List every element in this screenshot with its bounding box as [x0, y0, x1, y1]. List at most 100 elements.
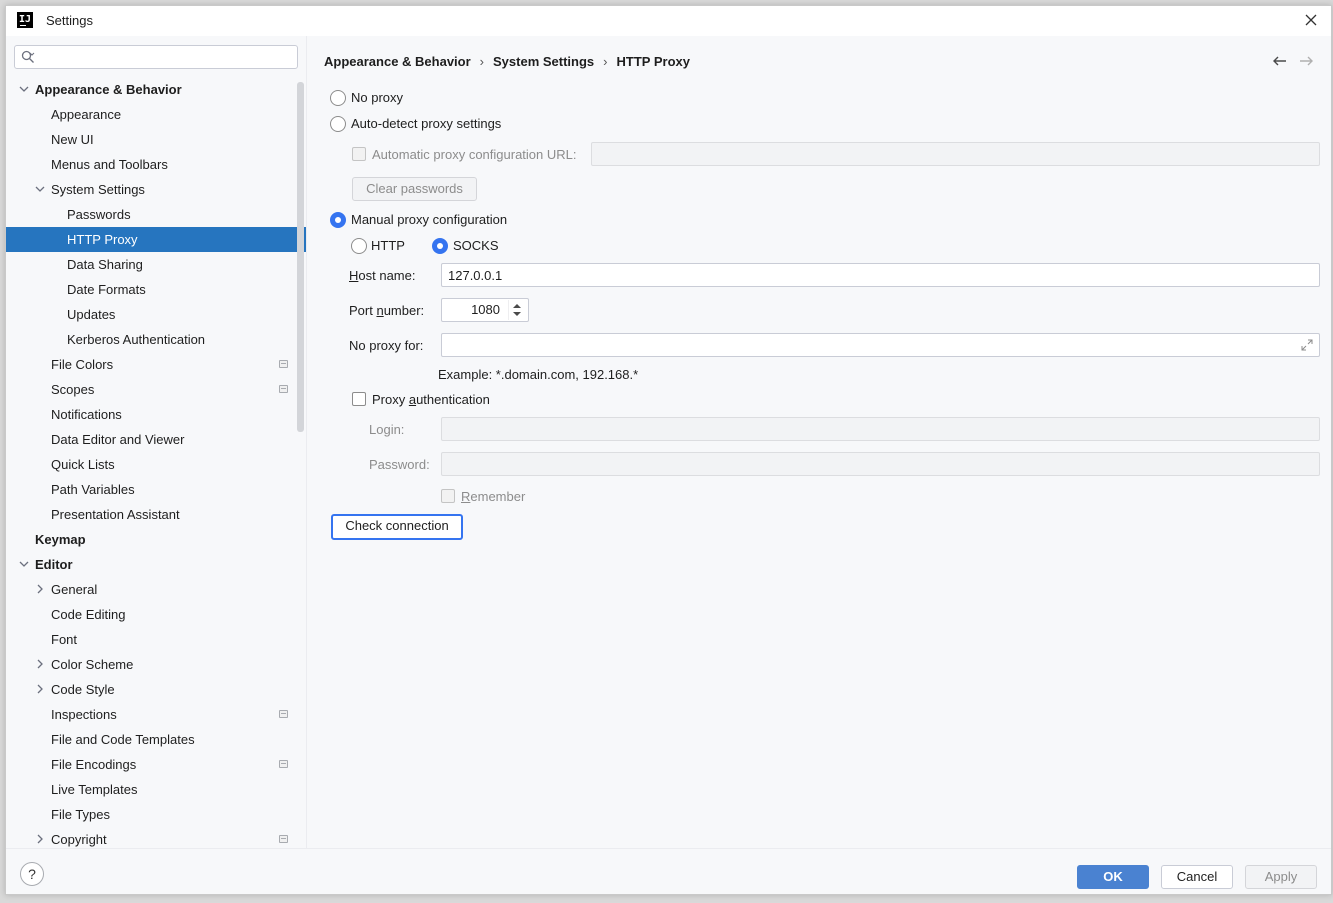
- cancel-button[interactable]: Cancel: [1161, 865, 1233, 889]
- no-proxy-example-hint: Example: *.domain.com, 192.168.*: [438, 367, 639, 382]
- sidebar-item-file-encodings[interactable]: File Encodings: [6, 752, 306, 777]
- check-connection-button[interactable]: Check connection: [331, 514, 463, 540]
- sidebar-item-data-editor-and-viewer[interactable]: Data Editor and Viewer: [6, 427, 306, 452]
- sidebar-item-label: Appearance: [51, 107, 122, 122]
- sidebar-item-http-proxy[interactable]: HTTP Proxy: [6, 227, 306, 252]
- manual-proxy-radio[interactable]: [330, 212, 346, 228]
- breadcrumb-separator: ›: [603, 54, 608, 69]
- proxy-authentication-checkbox[interactable]: [352, 392, 366, 406]
- sidebar-item-label: Live Templates: [51, 782, 138, 797]
- project-level-icon: [279, 760, 288, 768]
- port-number-stepper[interactable]: 1080: [441, 298, 529, 322]
- sidebar-item-updates[interactable]: Updates: [6, 302, 306, 327]
- sidebar-item-new-ui[interactable]: New UI: [6, 127, 306, 152]
- forward-arrow-icon[interactable]: [1297, 52, 1315, 70]
- sidebar-item-file-types[interactable]: File Types: [6, 802, 306, 827]
- auto-config-url-label: Automatic proxy configuration URL:: [372, 147, 577, 162]
- help-button[interactable]: ?: [20, 862, 44, 886]
- clear-passwords-button[interactable]: Clear passwords: [352, 177, 477, 201]
- http-label[interactable]: HTTP: [371, 238, 405, 253]
- ok-button[interactable]: OK: [1077, 865, 1149, 889]
- sidebar-item-kerberos-authentication[interactable]: Kerberos Authentication: [6, 327, 306, 352]
- sidebar-item-data-sharing[interactable]: Data Sharing: [6, 252, 306, 277]
- port-number-label: Port number:: [349, 303, 424, 318]
- proxy-authentication-label[interactable]: Proxy authentication: [372, 392, 490, 407]
- sidebar-item-label: Notifications: [51, 407, 122, 422]
- sidebar-item-quick-lists[interactable]: Quick Lists: [6, 452, 306, 477]
- sidebar-item-date-formats[interactable]: Date Formats: [6, 277, 306, 302]
- port-number-label-pre: Port: [349, 303, 377, 318]
- sidebar-item-color-scheme[interactable]: Color Scheme: [6, 652, 306, 677]
- host-name-mnemonic: H: [349, 268, 359, 283]
- sidebar-item-system-settings[interactable]: System Settings: [6, 177, 306, 202]
- close-button[interactable]: [1301, 10, 1321, 30]
- sidebar-item-menus-and-toolbars[interactable]: Menus and Toolbars: [6, 152, 306, 177]
- project-level-icon: [279, 385, 288, 393]
- chevron-right-icon[interactable]: [35, 584, 45, 594]
- manual-proxy-label[interactable]: Manual proxy configuration: [351, 212, 507, 227]
- login-input[interactable]: [441, 417, 1320, 441]
- no-proxy-radio[interactable]: [330, 90, 346, 106]
- sidebar-item-editor[interactable]: Editor: [6, 552, 306, 577]
- host-name-input[interactable]: [441, 263, 1320, 287]
- settings-search-input[interactable]: [39, 48, 293, 66]
- remember-checkbox[interactable]: [441, 489, 455, 503]
- socks-radio[interactable]: [432, 238, 448, 254]
- sidebar-item-label: Appearance & Behavior: [35, 82, 182, 97]
- port-number-value[interactable]: 1080: [471, 299, 500, 321]
- chevron-down-icon[interactable]: [35, 184, 45, 194]
- auto-config-url-checkbox[interactable]: [352, 147, 366, 161]
- breadcrumb-item[interactable]: Appearance & Behavior: [324, 54, 471, 69]
- sidebar-item-notifications[interactable]: Notifications: [6, 402, 306, 427]
- sidebar-scrollbar[interactable]: [297, 82, 304, 432]
- sidebar-item-code-editing[interactable]: Code Editing: [6, 602, 306, 627]
- port-number-mnemonic: n: [376, 303, 384, 318]
- sidebar-item-label: Quick Lists: [51, 457, 115, 472]
- spinner-arrows-icon[interactable]: [508, 299, 526, 321]
- password-label: Password:: [369, 457, 430, 472]
- chevron-right-icon[interactable]: [35, 684, 45, 694]
- sidebar-item-general[interactable]: General: [6, 577, 306, 602]
- sidebar-item-passwords[interactable]: Passwords: [6, 202, 306, 227]
- proxy-authentication-label-rest: uthentication: [416, 392, 490, 407]
- back-arrow-icon[interactable]: [1271, 52, 1289, 70]
- sidebar-item-scopes[interactable]: Scopes: [6, 377, 306, 402]
- sidebar-item-presentation-assistant[interactable]: Presentation Assistant: [6, 502, 306, 527]
- auto-config-url-input[interactable]: [591, 142, 1320, 166]
- password-input[interactable]: [441, 452, 1320, 476]
- chevron-down-icon[interactable]: [19, 559, 29, 569]
- apply-button[interactable]: Apply: [1245, 865, 1317, 889]
- chevron-right-icon[interactable]: [35, 834, 45, 844]
- sidebar-item-live-templates[interactable]: Live Templates: [6, 777, 306, 802]
- sidebar-item-label: System Settings: [51, 182, 145, 197]
- http-radio[interactable]: [351, 238, 367, 254]
- sidebar-item-keymap[interactable]: Keymap: [6, 527, 306, 552]
- sidebar-item-label: Font: [51, 632, 78, 647]
- socks-label[interactable]: SOCKS: [453, 238, 499, 253]
- auto-detect-radio[interactable]: [330, 116, 346, 132]
- sidebar-item-inspections[interactable]: Inspections: [6, 702, 306, 727]
- expand-icon[interactable]: [1301, 339, 1313, 351]
- sidebar-item-file-colors[interactable]: File Colors: [6, 352, 306, 377]
- auto-detect-label[interactable]: Auto-detect proxy settings: [351, 116, 501, 131]
- sidebar-item-code-style[interactable]: Code Style: [6, 677, 306, 702]
- sidebar-item-label: HTTP Proxy: [67, 232, 138, 247]
- sidebar-item-label: Scopes: [51, 382, 95, 397]
- no-proxy-label[interactable]: No proxy: [351, 90, 403, 105]
- no-proxy-for-input[interactable]: [441, 333, 1320, 357]
- breadcrumb-item[interactable]: System Settings: [493, 54, 594, 69]
- sidebar-item-appearance[interactable]: Appearance: [6, 102, 306, 127]
- login-label: Login:: [369, 422, 405, 437]
- sidebar-item-font[interactable]: Font: [6, 627, 306, 652]
- settings-search-box[interactable]: [14, 45, 298, 69]
- sidebar-item-label: Color Scheme: [51, 657, 134, 672]
- breadcrumb-item-current: HTTP Proxy: [616, 54, 690, 69]
- sidebar-item-file-and-code-templates[interactable]: File and Code Templates: [6, 727, 306, 752]
- project-level-icon: [279, 710, 288, 718]
- sidebar-item-appearance-and-behavior[interactable]: Appearance & Behavior: [6, 77, 306, 102]
- no-proxy-for-label: No proxy for:: [349, 338, 424, 353]
- chevron-right-icon[interactable]: [35, 659, 45, 669]
- sidebar-item-path-variables[interactable]: Path Variables: [6, 477, 306, 502]
- settings-window: IJ Settings Appearance & Behavior Appeara…: [5, 5, 1332, 895]
- chevron-down-icon[interactable]: [19, 84, 29, 94]
